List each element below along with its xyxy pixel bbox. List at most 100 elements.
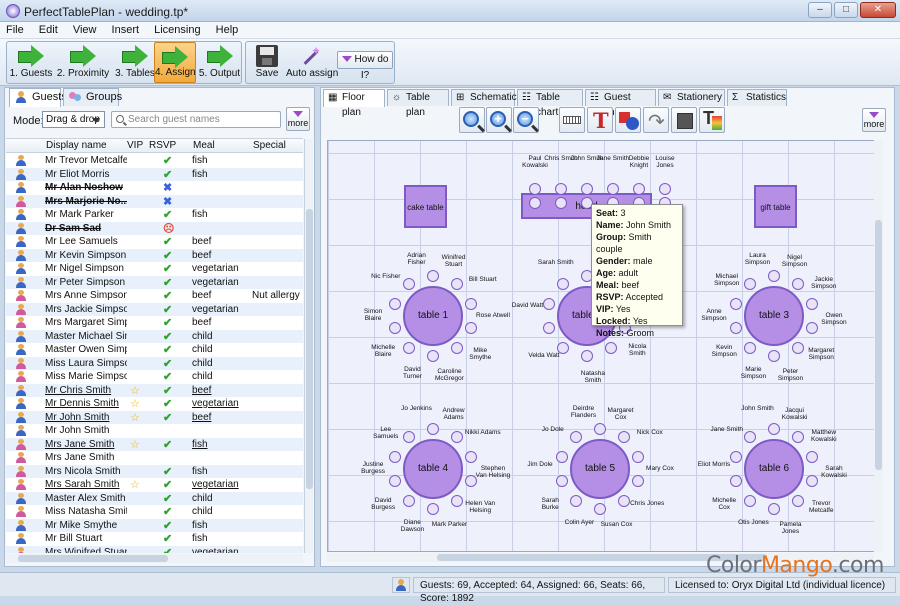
round-table[interactable]: table 6 <box>744 439 804 499</box>
table-row[interactable]: Mr John Smith ☆ ✔ beef <box>6 410 303 424</box>
table-row[interactable]: Mr John Smith <box>6 424 303 438</box>
table-row[interactable]: Mr Nigel Simpson ✔ vegetarian <box>6 262 303 276</box>
save-button[interactable]: Save <box>248 42 286 83</box>
table-row[interactable]: Mr Dennis Smith ☆ ✔ vegetarian <box>6 397 303 411</box>
step-guests-button[interactable]: 1. Guests <box>9 42 53 83</box>
table-row[interactable]: Mr Alan Noshow ✖ <box>6 181 303 195</box>
text-button[interactable]: T <box>587 107 613 133</box>
seat[interactable] <box>465 297 478 310</box>
col-display-name[interactable]: Display name <box>46 140 107 151</box>
table-row[interactable]: Master Alex Smith ✔ child <box>6 491 303 505</box>
seat[interactable] <box>768 350 780 362</box>
table-row[interactable]: Master Michael Sim... ✔ child <box>6 329 303 343</box>
tab-stationery[interactable]: ✉ Stationery <box>658 89 725 106</box>
seat[interactable] <box>581 183 593 195</box>
tab-schematic[interactable]: ⊞ Schematic <box>451 89 517 106</box>
menu-file[interactable]: File <box>0 22 30 36</box>
seat[interactable] <box>403 342 416 355</box>
table-row[interactable]: Mr Mike Smythe ✔ fish <box>6 518 303 532</box>
scroll-thumb[interactable] <box>18 555 168 562</box>
seat[interactable] <box>729 475 742 488</box>
seat[interactable] <box>450 277 463 290</box>
seat[interactable] <box>403 430 416 443</box>
step-proximity-button[interactable]: 2. Proximity <box>55 42 111 83</box>
seat[interactable] <box>529 183 541 195</box>
table-row[interactable]: Mrs Jackie Simpson ✔ vegetarian <box>6 302 303 316</box>
table-row[interactable]: Miss Laura Simpson ✔ child <box>6 356 303 370</box>
seat[interactable] <box>570 495 583 508</box>
seat[interactable] <box>744 430 757 443</box>
step-assign-button[interactable]: 4. Assign <box>154 42 196 83</box>
tab-floor-plan[interactable]: ▦ Floor plan <box>323 89 385 118</box>
seat[interactable] <box>465 450 478 463</box>
table-row[interactable]: Mrs Jane Smith <box>6 451 303 465</box>
step-tables-button[interactable]: 3. Tables <box>113 42 157 83</box>
seat[interactable] <box>388 475 401 488</box>
col-special[interactable]: Special <box>253 140 286 151</box>
seat[interactable] <box>729 322 742 335</box>
menu-insert[interactable]: Insert <box>106 22 146 36</box>
col-vip[interactable]: VIP <box>127 140 143 151</box>
round-table[interactable]: table 3 <box>744 286 804 346</box>
more-button[interactable]: more <box>286 107 310 131</box>
seat[interactable] <box>791 430 804 443</box>
shapes-button[interactable] <box>615 107 641 133</box>
table-row[interactable]: Dr Sam Sad ☹ <box>6 221 303 235</box>
seat[interactable] <box>427 350 439 362</box>
close-button[interactable]: ✕ <box>860 2 896 18</box>
seat[interactable] <box>555 183 567 195</box>
seat[interactable] <box>594 423 606 435</box>
table-row[interactable]: Mr Mark Parker ✔ fish <box>6 208 303 222</box>
zoom-in-button[interactable]: + <box>486 107 512 133</box>
scroll-thumb[interactable] <box>875 220 882 470</box>
seat[interactable] <box>791 342 804 355</box>
how-do-i-button[interactable]: How do I? <box>337 51 393 81</box>
seat[interactable] <box>570 430 583 443</box>
menu-view[interactable]: View <box>67 22 103 36</box>
round-table[interactable]: table 4 <box>403 439 463 499</box>
table-row[interactable]: Mrs Marjorie No... ✖ <box>6 194 303 208</box>
table-row[interactable]: Mr Bill Stuart ✔ fish <box>6 532 303 546</box>
floor-plan-canvas[interactable]: cake table gift table head Paul Kowalski… <box>327 140 883 552</box>
seat[interactable] <box>659 183 671 195</box>
seat[interactable] <box>555 197 567 209</box>
seat[interactable] <box>632 450 645 463</box>
round-table[interactable]: table 1 <box>403 286 463 346</box>
gift-table[interactable]: gift table <box>754 185 797 228</box>
seat[interactable] <box>806 450 819 463</box>
scroll-thumb[interactable] <box>306 209 313 489</box>
tab-table-chart[interactable]: ☷ Table chart <box>517 89 583 118</box>
tab-groups[interactable]: Groups <box>63 88 122 106</box>
seat[interactable] <box>632 475 645 488</box>
seat[interactable] <box>403 277 416 290</box>
seat[interactable] <box>555 475 568 488</box>
seat[interactable] <box>542 322 555 335</box>
tab-guest-chart[interactable]: ☷Guest chart <box>585 89 656 118</box>
seat[interactable] <box>581 350 593 362</box>
seat[interactable] <box>450 430 463 443</box>
seat[interactable] <box>450 495 463 508</box>
table-row[interactable]: Mr Chris Smith ☆ ✔ beef <box>6 383 303 397</box>
seat[interactable] <box>617 430 630 443</box>
zoom-out-button[interactable]: − <box>513 107 539 133</box>
table-row[interactable]: Miss Marie Simpson ✔ child <box>6 370 303 384</box>
seat[interactable] <box>791 495 804 508</box>
search-input[interactable]: Search guest names <box>111 111 281 128</box>
guest-table-horizontal-scrollbar[interactable] <box>6 554 303 563</box>
table-row[interactable]: Mrs Nicola Smith ✔ fish <box>6 464 303 478</box>
minimize-button[interactable]: – <box>808 2 832 18</box>
seat[interactable] <box>427 423 439 435</box>
seat[interactable] <box>744 342 757 355</box>
seat[interactable] <box>529 197 541 209</box>
table-row[interactable]: Mrs Anne Simpson ✔ beef Nut allergy <box>6 289 303 303</box>
fill-button[interactable] <box>671 107 697 133</box>
table-row[interactable]: Mr Lee Samuels ✔ beef <box>6 235 303 249</box>
ruler-button[interactable] <box>559 107 585 133</box>
seat[interactable] <box>806 297 819 310</box>
seat[interactable] <box>791 277 804 290</box>
seat[interactable] <box>768 503 780 515</box>
seat[interactable] <box>557 277 570 290</box>
redo-button[interactable]: ↷ <box>643 107 669 133</box>
tab-table-plan[interactable]: ☼ Table plan <box>387 89 449 118</box>
menu-edit[interactable]: Edit <box>33 22 64 36</box>
